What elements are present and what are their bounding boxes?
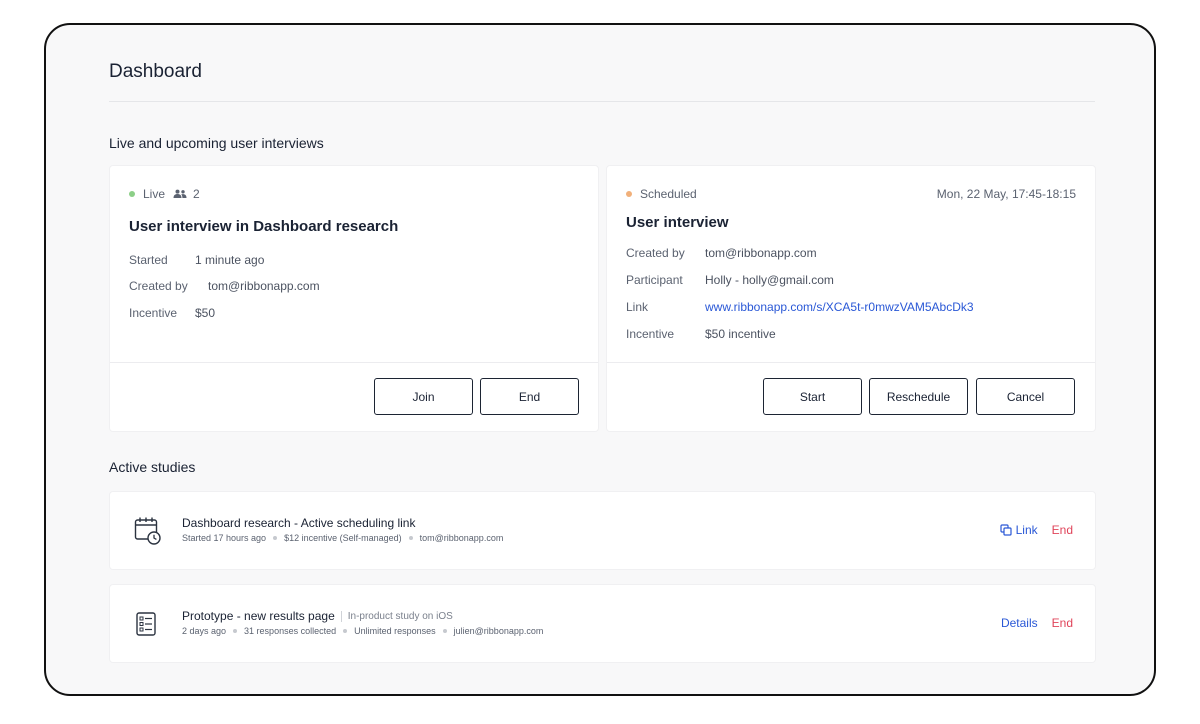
end-study-button[interactable]: End [1052, 523, 1073, 537]
scheduled-interview-title: User interview [626, 214, 729, 231]
cancel-button[interactable]: Cancel [976, 378, 1075, 415]
dashboard-window: Dashboard Live and upcoming user intervi… [44, 23, 1156, 696]
end-interview-button[interactable]: End [480, 378, 579, 415]
live-card-divider [110, 362, 598, 363]
study-type: In-product study on iOS [340, 610, 453, 622]
scheduling-link[interactable]: www.ribbonapp.com/s/XCA5t-r0mwzVAM5AbcDk… [705, 300, 974, 314]
interviews-section-title: Live and upcoming user interviews [109, 135, 324, 151]
live-row-created-by: Created by tom@ribbonapp.com [129, 279, 320, 293]
join-button[interactable]: Join [374, 378, 473, 415]
live-status-label: Live [143, 187, 166, 201]
scheduled-datetime: Mon, 22 May, 17:45-18:15 [936, 187, 1076, 201]
study-meta: 2 days ago 31 responses collected Unlimi… [182, 626, 544, 636]
scheduled-interview-card: Scheduled Mon, 22 May, 17:45-18:15 User … [607, 166, 1095, 431]
live-interview-title: User interview in Dashboard research [129, 218, 399, 235]
live-status-dot [129, 191, 135, 197]
end-study-button[interactable]: End [1052, 616, 1073, 630]
live-row-incentive: Incentive $50 [129, 306, 216, 320]
form-list-icon [136, 612, 156, 636]
study-row[interactable]: Prototype - new results page In-product … [110, 585, 1095, 662]
participant-count: 2 [193, 187, 200, 201]
study-meta: Started 17 hours ago $12 incentive (Self… [182, 533, 504, 543]
study-row[interactable]: Dashboard research - Active scheduling l… [110, 492, 1095, 569]
study-actions: Link End [1000, 523, 1073, 537]
calendar-clock-icon [134, 517, 161, 545]
scheduled-status-dot [626, 191, 632, 197]
start-button[interactable]: Start [763, 378, 862, 415]
scheduled-row-participant: Participant Holly - holly@gmail.com [626, 273, 834, 287]
reschedule-button[interactable]: Reschedule [869, 378, 968, 415]
live-interview-card: Live 2 User interview in Dashboard resea… [110, 166, 598, 431]
live-row-started: Started 1 minute ago [129, 253, 265, 267]
scheduled-row-created-by: Created by tom@ribbonapp.com [626, 246, 817, 260]
details-button[interactable]: Details [1001, 616, 1038, 630]
scheduled-card-divider [607, 362, 1095, 363]
scheduled-status-label: Scheduled [640, 187, 697, 201]
study-name: Dashboard research - Active scheduling l… [182, 516, 416, 530]
scheduled-row-link: Link www.ribbonapp.com/s/XCA5t-r0mwzVAM5… [626, 300, 974, 314]
live-status: Live 2 [129, 187, 200, 201]
scheduled-row-incentive: Incentive $50 incentive [626, 327, 776, 341]
study-name: Prototype - new results page In-product … [182, 609, 453, 623]
copy-link-button[interactable]: Link [1000, 523, 1038, 537]
copy-icon [1000, 524, 1012, 536]
study-actions: Details End [1001, 616, 1073, 630]
participants-icon [173, 189, 187, 198]
scheduled-status: Scheduled [626, 187, 697, 201]
studies-section-title: Active studies [109, 459, 196, 475]
title-divider [109, 101, 1095, 102]
page-title: Dashboard [109, 61, 202, 82]
